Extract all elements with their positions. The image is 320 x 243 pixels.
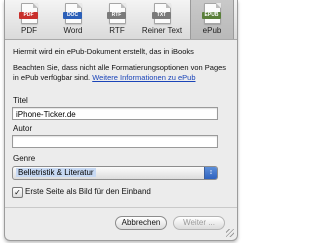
more-info-link[interactable]: Weitere Informationen zu ePub: [92, 73, 195, 82]
title-label: Titel: [13, 96, 28, 105]
tab-label: PDF: [21, 26, 37, 35]
cancel-button[interactable]: Abbrechen: [115, 216, 167, 230]
epub-file-icon: EPUB: [202, 3, 221, 24]
divider: [5, 207, 237, 208]
format-tabbar: PDF PDF DOC Word RTF RTF TXT Reiner Text…: [5, 0, 237, 40]
resize-grip-icon[interactable]: [226, 229, 234, 237]
tab-word[interactable]: DOC Word: [53, 0, 93, 39]
text-file-icon: TXT: [152, 3, 171, 24]
chevron-updown-icon: ↕: [204, 167, 217, 179]
title-field[interactable]: iPhone-Ticker.de: [12, 107, 218, 120]
rtf-file-icon: RTF: [107, 3, 126, 24]
cover-image-label: Erste Seite als Bild für den Einband: [25, 187, 151, 196]
author-label: Autor: [13, 124, 33, 133]
genre-select[interactable]: Belletristik & Literatur ↕: [12, 166, 218, 180]
author-field[interactable]: [12, 135, 218, 148]
tab-label: ePub: [202, 26, 222, 35]
checkmark-icon[interactable]: ✓: [12, 187, 23, 198]
description-intro: Hiermit wird ein ePub-Dokument erstellt,…: [13, 47, 194, 56]
tab-epub[interactable]: EPUB ePub: [190, 0, 234, 39]
tab-rtf[interactable]: RTF RTF: [97, 0, 137, 39]
word-file-icon: DOC: [63, 3, 82, 24]
tab-plain-text[interactable]: TXT Reiner Text: [138, 0, 186, 39]
description-note: Beachten Sie, dass nicht alle Formatieru…: [13, 63, 229, 83]
export-sheet: PDF PDF DOC Word RTF RTF TXT Reiner Text…: [4, 0, 238, 241]
genre-label: Genre: [13, 154, 36, 163]
tab-pdf[interactable]: PDF PDF: [9, 0, 49, 39]
description: Hiermit wird ein ePub-Dokument erstellt,…: [13, 47, 229, 83]
genre-selected-value: Belletristik & Literatur: [16, 168, 96, 177]
next-button[interactable]: Weiter ...: [173, 216, 225, 230]
tab-label: Reiner Text: [141, 26, 183, 35]
tab-label: RTF: [109, 26, 125, 35]
pdf-file-icon: PDF: [19, 3, 38, 24]
tab-label: Word: [63, 26, 83, 35]
